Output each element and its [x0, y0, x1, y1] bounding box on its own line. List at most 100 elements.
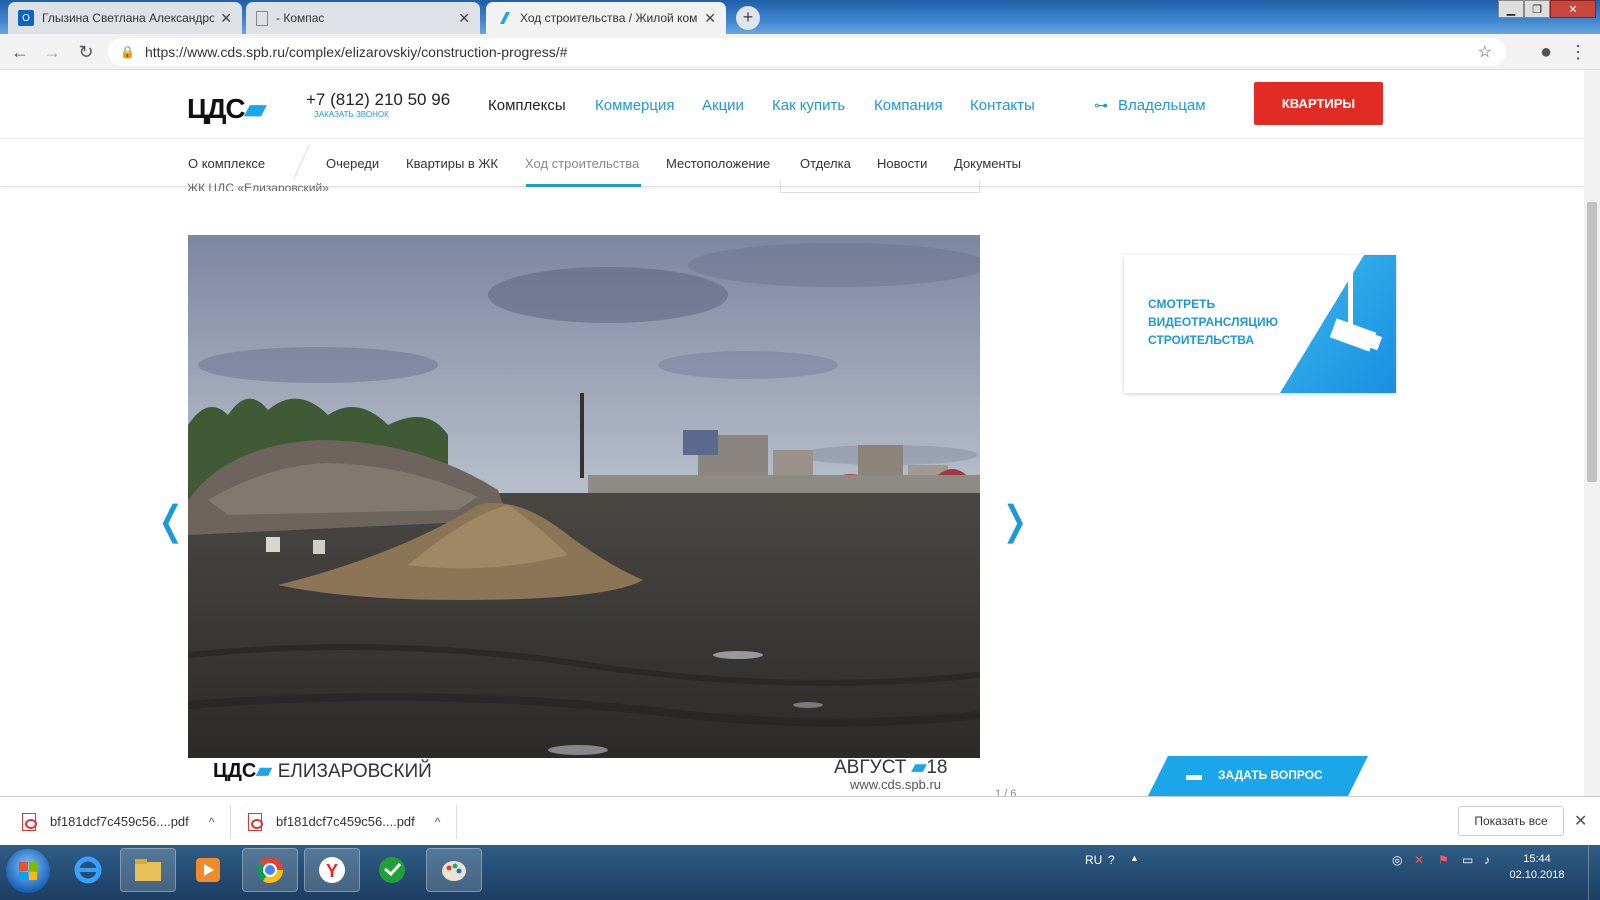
- subnav-finishing[interactable]: Отделка: [800, 156, 851, 171]
- document-icon: [256, 10, 268, 26]
- caption-year: 18: [926, 757, 948, 778]
- close-icon[interactable]: ✕: [220, 10, 232, 27]
- windows-taskbar: Y RU ? ▲ ◎ ✕ ⚑ ▭ ♪ 15:44 02.10.2018: [0, 845, 1600, 900]
- profile-icon[interactable]: ●: [1534, 40, 1558, 64]
- pdf-file-icon: [22, 812, 37, 831]
- bookmark-star-icon[interactable]: ☆: [1478, 42, 1492, 62]
- tab-kompas[interactable]: - Компас ✕: [246, 2, 480, 34]
- volume-icon[interactable]: ♪: [1484, 853, 1490, 867]
- tab-label: Ход строительства / Жилой ком: [520, 11, 698, 25]
- internet-explorer-icon[interactable]: [60, 848, 116, 892]
- menu-company[interactable]: Компания: [874, 97, 943, 114]
- gallery-next-arrow-icon[interactable]: ❭: [998, 498, 1032, 544]
- video-stream-text: СМОТРЕТЬ ВИДЕОТРАНСЛЯЦИЮ СТРОИТЕЛЬСТВА: [1148, 297, 1278, 347]
- paint-icon[interactable]: [426, 848, 482, 892]
- windows-logo-icon: [19, 862, 37, 880]
- security-alert-icon[interactable]: ✕: [1414, 853, 1424, 867]
- subnav-documents[interactable]: Документы: [954, 156, 1021, 171]
- minimize-icon[interactable]: ▁: [1498, 0, 1524, 18]
- monitor-icon[interactable]: ▭: [1462, 853, 1473, 867]
- tab-label: - Компас: [276, 11, 325, 25]
- caption-logo: ЦДС▰: [213, 758, 272, 783]
- gallery-prev-arrow-icon[interactable]: ❬: [154, 498, 188, 544]
- close-icon[interactable]: ✕: [1574, 811, 1587, 831]
- url-text: https://www.cds.spb.ru/complex/elizarovs…: [144, 44, 568, 60]
- logo-slash-icon: ▰: [911, 757, 927, 778]
- media-player-icon[interactable]: [180, 848, 236, 892]
- subnav-apartments[interactable]: Квартиры в ЖК: [406, 156, 498, 171]
- menu-commerce[interactable]: Коммерция: [595, 97, 674, 114]
- help-icon[interactable]: ?: [1108, 853, 1115, 867]
- file-explorer-icon[interactable]: [120, 848, 176, 892]
- phone-number[interactable]: +7 (812) 210 50 96: [306, 90, 450, 110]
- system-clock[interactable]: 15:44 02.10.2018: [1500, 851, 1574, 883]
- site-header: ЦДС▰ +7 (812) 210 50 96 ЗАКАЗАТЬ ЗВОНОК …: [0, 70, 1584, 139]
- back-arrow-icon[interactable]: ←: [8, 40, 32, 64]
- download-filename: bf181dcf7c459c56....pdf: [276, 814, 415, 829]
- chevron-up-icon[interactable]: ^: [209, 815, 215, 829]
- download-bar: bf181dcf7c459c56....pdf ^ bf181dcf7c459c…: [0, 796, 1600, 845]
- lock-icon: 🔒: [120, 45, 135, 59]
- tray-expand-icon[interactable]: ▲: [1130, 853, 1139, 863]
- complex-subnav: О комплексе Очереди Квартиры в ЖК Ход ст…: [0, 139, 1584, 187]
- pdf-file-icon: [248, 812, 263, 831]
- download-divider: [456, 805, 457, 839]
- start-button[interactable]: [6, 849, 50, 893]
- close-icon[interactable]: ✕: [458, 10, 470, 27]
- subnav-news[interactable]: Новости: [877, 156, 927, 171]
- flag-alert-icon[interactable]: ⚑: [1438, 853, 1449, 867]
- photo-caption-date: АВГУСТ ▰18: [834, 756, 947, 779]
- menu-how-to-buy[interactable]: Как купить: [772, 97, 845, 114]
- close-icon[interactable]: ✕: [704, 10, 716, 27]
- key-icon: ⊶: [1094, 97, 1108, 113]
- address-bar[interactable]: 🔒 https://www.cds.spb.ru/complex/elizaro…: [108, 38, 1506, 66]
- page-scrollbar[interactable]: [1584, 70, 1600, 796]
- video-stream-card[interactable]: СМОТРЕТЬ ВИДЕОТРАНСЛЯЦИЮ СТРОИТЕЛЬСТВА: [1124, 255, 1396, 393]
- download-divider: [230, 805, 231, 839]
- clock-date: 02.10.2018: [1509, 869, 1565, 881]
- subnav-about[interactable]: О комплексе: [188, 156, 265, 171]
- language-indicator[interactable]: RU: [1085, 853, 1102, 867]
- menu-promos[interactable]: Акции: [702, 97, 744, 114]
- date-selector[interactable]: [780, 181, 980, 193]
- show-all-downloads-button[interactable]: Показать все: [1458, 806, 1564, 836]
- reload-icon[interactable]: ↻: [74, 40, 98, 64]
- scrollbar-thumb[interactable]: [1587, 202, 1597, 482]
- chevron-up-icon[interactable]: ^: [435, 815, 441, 829]
- window-close-icon[interactable]: ✕: [1550, 0, 1596, 18]
- construction-photo: [188, 235, 980, 758]
- forward-arrow-icon[interactable]: →: [40, 40, 64, 64]
- browser-tab-strip: O Глызина Светлана Александров ✕ - Компа…: [0, 0, 1600, 34]
- caption-month: АВГУСТ: [834, 757, 907, 778]
- page-viewport: ЦДС▰ +7 (812) 210 50 96 ЗАКАЗАТЬ ЗВОНОК …: [0, 70, 1584, 796]
- menu-complexes[interactable]: Комплексы: [488, 97, 566, 114]
- callback-link[interactable]: ЗАКАЗАТЬ ЗВОНОК: [314, 110, 389, 119]
- show-desktop-button[interactable]: [1588, 845, 1600, 900]
- logo-text: ЦДС: [187, 93, 246, 124]
- new-tab-button[interactable]: +: [736, 6, 760, 30]
- menu-kebab-icon[interactable]: ⋮: [1566, 40, 1590, 64]
- yandex-browser-icon[interactable]: Y: [304, 848, 360, 892]
- tab-outlook[interactable]: O Глызина Светлана Александров ✕: [8, 2, 242, 34]
- subnav-divider: [280, 145, 310, 179]
- tab-label: Глызина Светлана Александров: [42, 11, 215, 25]
- tab-construction-progress[interactable]: Ход строительства / Жилой ком ✕: [486, 2, 726, 34]
- menu-contacts[interactable]: Контакты: [970, 97, 1035, 114]
- subnav-phases[interactable]: Очереди: [326, 156, 379, 171]
- ask-question-button[interactable]: ▬ ЗАДАТЬ ВОПРОС: [1148, 756, 1368, 796]
- apartments-button[interactable]: КВАРТИРЫ: [1254, 82, 1383, 125]
- site-logo[interactable]: ЦДС▰: [187, 92, 266, 125]
- subnav-construction-progress[interactable]: Ход строительства: [525, 156, 639, 171]
- active-tab-underline: [526, 184, 641, 187]
- clock-time: 15:44: [1523, 853, 1551, 865]
- chrome-icon[interactable]: [242, 848, 298, 892]
- owners-link[interactable]: Владельцам: [1118, 97, 1206, 114]
- download-item[interactable]: bf181dcf7c459c56....pdf ^: [248, 797, 440, 846]
- browser-toolbar: ← → ↻ 🔒 https://www.cds.spb.ru/complex/e…: [0, 34, 1600, 70]
- download-item[interactable]: bf181dcf7c459c56....pdf ^: [22, 797, 214, 846]
- restore-icon[interactable]: ❐: [1524, 0, 1550, 18]
- sberbank-icon[interactable]: [364, 848, 420, 892]
- gallery-counter: 1 / 6: [995, 788, 1017, 796]
- subnav-location[interactable]: Местоположение: [666, 156, 770, 171]
- network-activity-icon[interactable]: ◎: [1392, 853, 1402, 867]
